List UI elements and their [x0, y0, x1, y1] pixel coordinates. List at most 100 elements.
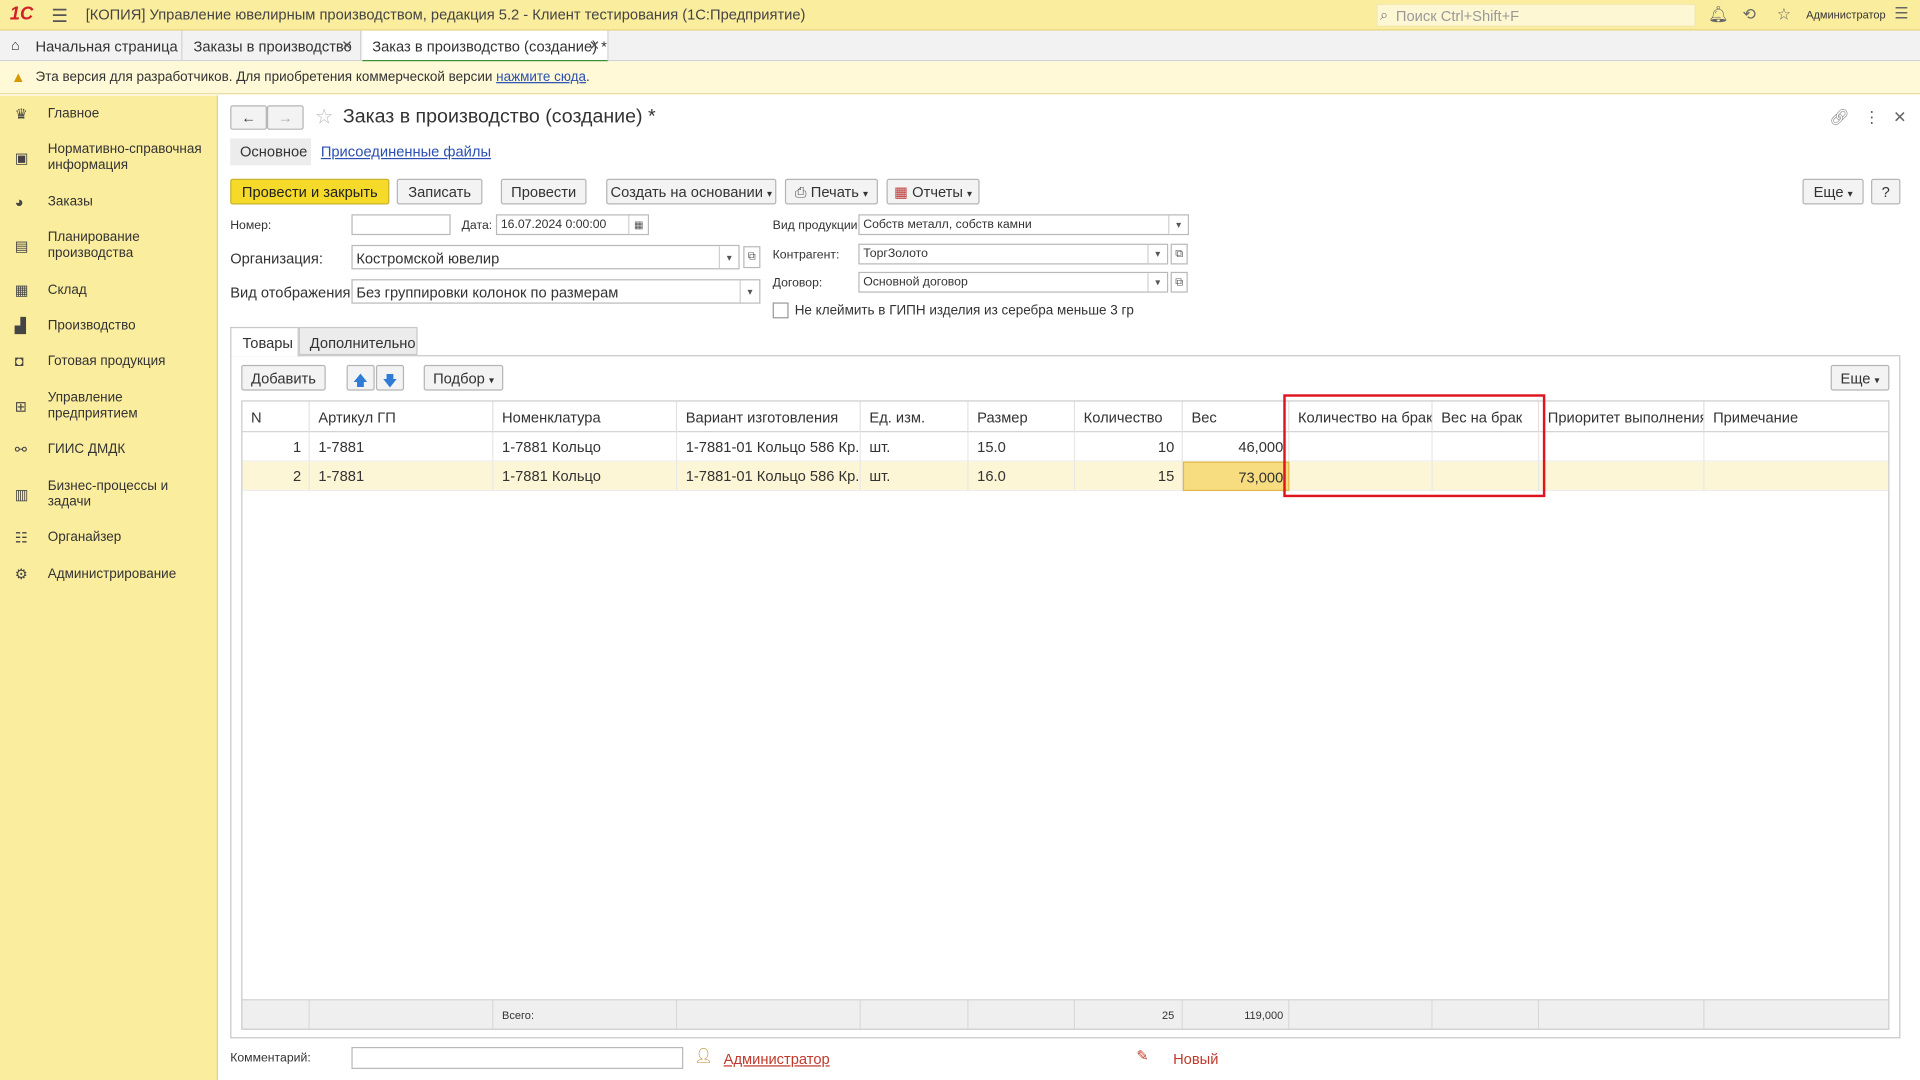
subtab-files[interactable]: Присоединенные файлы: [321, 143, 491, 160]
author-link[interactable]: Администратор: [724, 1051, 830, 1068]
sidebar-item-organizer[interactable]: ☷ Органайзер: [0, 529, 217, 553]
comment-field[interactable]: [351, 1046, 684, 1069]
chevron-down-icon[interactable]: ▾: [1168, 215, 1188, 234]
cell-note[interactable]: [1705, 432, 1889, 461]
close-icon[interactable]: ✕: [341, 38, 352, 54]
cell-weight[interactable]: 46,000: [1183, 432, 1290, 462]
table-row-selected[interactable]: 2 1-7881 1-7881 Кольцо 1-7881-01 Кольцо …: [242, 461, 1889, 492]
notice-link[interactable]: нажмите сюда: [496, 70, 586, 85]
more-menu-icon[interactable]: ☰: [1894, 4, 1908, 24]
display-mode-field[interactable]: Без группировки колонок по размерам ▾: [351, 279, 761, 304]
cell-nomenclature[interactable]: 1-7881 Кольцо: [493, 461, 678, 492]
more-button[interactable]: Еще ▾: [1802, 178, 1864, 205]
column-header[interactable]: Ед. изм.: [860, 401, 969, 433]
column-header[interactable]: Примечание: [1704, 401, 1889, 433]
cell-unit[interactable]: шт.: [861, 461, 969, 492]
chevron-down-icon[interactable]: ▾: [1147, 244, 1167, 264]
open-icon[interactable]: ⧉: [1170, 243, 1188, 265]
tab-orders-list[interactable]: Заказы в производство ✕: [182, 30, 362, 62]
number-field[interactable]: [351, 214, 451, 236]
help-button[interactable]: ?: [1871, 178, 1901, 205]
column-header[interactable]: Приоритет выполнения: [1539, 401, 1705, 433]
column-header[interactable]: Количество: [1075, 401, 1183, 433]
cell-size[interactable]: 15.0: [969, 432, 1076, 462]
contract-field[interactable]: Основной договор ▾: [858, 271, 1169, 293]
global-search-input[interactable]: ⌕ Поиск Ctrl+Shift+F: [1376, 3, 1696, 27]
sidebar-item-bp[interactable]: ▥ Бизнес-процессы и задачи: [0, 478, 217, 515]
cell-unit[interactable]: шт.: [861, 432, 969, 462]
favorite-star-icon[interactable]: ☆: [315, 105, 334, 129]
tab-home[interactable]: ⌂ Начальная страница: [0, 30, 183, 62]
back-button[interactable]: ←: [230, 105, 267, 130]
post-and-close-button[interactable]: Провести и закрыть: [230, 178, 390, 205]
calendar-icon[interactable]: ▦: [628, 215, 648, 234]
column-header[interactable]: Вариант изготовления: [677, 401, 861, 433]
column-header[interactable]: Размер: [968, 401, 1076, 433]
sidebar-item-main[interactable]: ♛ Главное: [0, 105, 217, 129]
cell-nomenclature[interactable]: 1-7881 Кольцо: [493, 432, 678, 462]
chevron-down-icon: ▾: [1874, 374, 1880, 386]
more-vertical-icon[interactable]: ⋮: [1864, 108, 1880, 128]
tab-order-create[interactable]: Заказ в производство (создание) * ✕: [362, 30, 609, 63]
print-button[interactable]: ⎙ Печать ▾: [784, 178, 878, 205]
column-header[interactable]: Артикул ГП: [309, 401, 494, 433]
sidebar-item-management[interactable]: ⊞ Управление предприятием: [0, 389, 217, 426]
chevron-down-icon[interactable]: ▾: [718, 246, 739, 269]
sidebar-item-warehouse[interactable]: ▦ Склад: [0, 282, 217, 306]
notice-text: Эта версия для разработчиков. Для приобр…: [35, 69, 497, 85]
table-row[interactable]: 1 1-7881 1-7881 Кольцо 1-7881-01 Кольцо …: [242, 432, 1889, 462]
sidebar-item-admin[interactable]: ⚙ Администрирование: [0, 566, 217, 590]
sidebar-item-finished-goods[interactable]: ◘ Готовая продукция: [0, 353, 217, 377]
cell-qty[interactable]: 15: [1075, 461, 1183, 492]
cell-variant[interactable]: 1-7881-01 Кольцо 586 Кр...: [677, 432, 861, 462]
organization-field[interactable]: Костромской ювелир ▾: [351, 244, 740, 270]
save-button[interactable]: Записать: [396, 178, 483, 205]
column-header[interactable]: Номенклатура: [493, 401, 678, 433]
cell-weight-active[interactable]: 73,000: [1182, 461, 1290, 492]
menu-icon[interactable]: ☰: [51, 5, 67, 27]
sidebar-item-planning[interactable]: ▤ Планирование производства: [0, 229, 217, 266]
subtab-main[interactable]: Основное: [230, 138, 312, 166]
move-up-button[interactable]: 🡅: [346, 364, 375, 391]
date-field[interactable]: 16.07.2024 0:00:00 ▦: [495, 214, 649, 236]
open-icon[interactable]: ⧉: [743, 246, 761, 269]
chevron-down-icon[interactable]: ▾: [1147, 273, 1167, 292]
cell-article[interactable]: 1-7881: [310, 432, 494, 462]
table-more-button[interactable]: Еще ▾: [1830, 364, 1890, 391]
sidebar-item-orders[interactable]: ◕ Заказы: [0, 193, 217, 217]
move-down-button[interactable]: 🡇: [375, 364, 405, 391]
add-row-button[interactable]: Добавить: [241, 364, 326, 391]
cell-priority[interactable]: [1539, 432, 1705, 462]
cell-priority[interactable]: [1539, 461, 1705, 492]
post-button[interactable]: Провести: [500, 178, 587, 205]
cell-qty[interactable]: 10: [1075, 432, 1183, 462]
create-based-button[interactable]: Создать на основании ▾: [606, 178, 777, 205]
reports-button[interactable]: ▦ Отчеты ▾: [886, 178, 980, 205]
product-type-field[interactable]: Собств металл, собств камни ▾: [858, 214, 1189, 236]
column-header[interactable]: Вес: [1182, 401, 1290, 433]
cell-size[interactable]: 16.0: [969, 461, 1076, 492]
footer-cell: [242, 999, 310, 1029]
pick-button[interactable]: Подбор ▾: [423, 364, 504, 391]
counterparty-field[interactable]: ТоргЗолото ▾: [858, 243, 1169, 265]
star-icon[interactable]: ☆: [1777, 5, 1791, 25]
sidebar-item-production[interactable]: ▟ Производство: [0, 317, 217, 341]
no-stamp-checkbox[interactable]: [772, 302, 789, 319]
close-icon[interactable]: ✕: [1893, 108, 1906, 128]
current-user[interactable]: Администратор: [1806, 9, 1886, 21]
sidebar-item-giis[interactable]: ⚯ ГИИС ДМДК: [0, 441, 217, 465]
tab-extra[interactable]: Дополнительно: [298, 326, 418, 356]
forward-button[interactable]: →: [266, 105, 304, 130]
sidebar-item-reference[interactable]: ▣ Нормативно-справочная информация: [0, 141, 217, 178]
cell-note[interactable]: [1705, 462, 1889, 491]
tab-goods[interactable]: Товары: [230, 326, 299, 357]
column-header[interactable]: N: [242, 401, 310, 433]
bell-icon[interactable]: 🔔︎: [1708, 5, 1728, 25]
open-icon[interactable]: ⧉: [1170, 271, 1188, 293]
chevron-down-icon[interactable]: ▾: [739, 280, 760, 303]
link-icon[interactable]: 🔗︎: [1829, 108, 1849, 128]
cell-variant[interactable]: 1-7881-01 Кольцо 586 Кр...: [677, 461, 861, 492]
cell-article[interactable]: 1-7881: [310, 461, 494, 492]
close-icon[interactable]: ✕: [589, 38, 600, 54]
history-icon[interactable]: ⟲: [1742, 5, 1755, 25]
